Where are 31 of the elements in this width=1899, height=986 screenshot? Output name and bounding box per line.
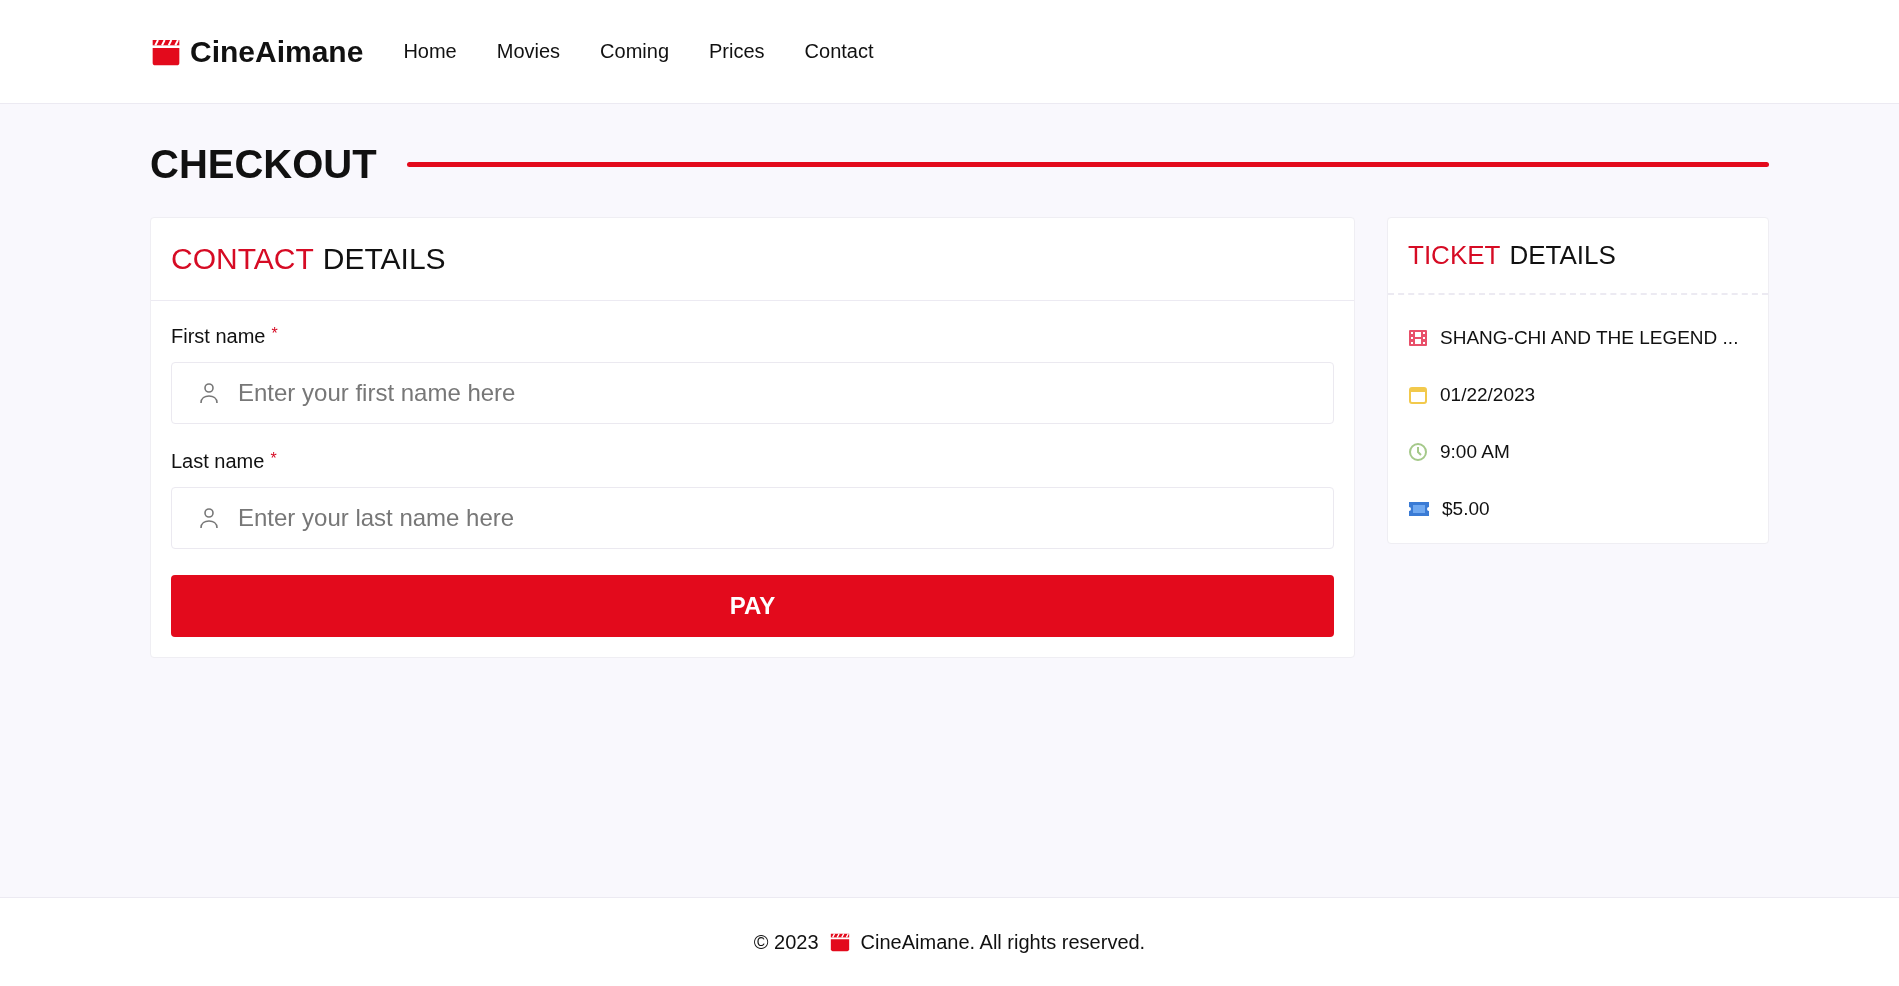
calendar-icon bbox=[1408, 384, 1428, 405]
pay-button[interactable]: PAY bbox=[171, 575, 1334, 637]
nav-link[interactable]: Contact bbox=[804, 40, 874, 63]
field-label: First name bbox=[171, 325, 266, 348]
copyright-year: © 2023 bbox=[753, 930, 819, 954]
clock-icon bbox=[1408, 441, 1428, 462]
ticket-icon bbox=[1408, 499, 1430, 518]
nav-link[interactable]: Coming bbox=[600, 40, 670, 63]
nav-link[interactable]: Prices bbox=[709, 40, 765, 63]
ticket-detail: 01/22/2023 bbox=[1440, 383, 1536, 406]
nav-link[interactable]: Home bbox=[403, 40, 457, 63]
name-input-field[interactable]: Enter your first name here bbox=[171, 362, 1334, 424]
card-title: DETAILS bbox=[1509, 240, 1616, 271]
clapperboard-icon bbox=[828, 931, 851, 953]
user-icon bbox=[199, 507, 219, 529]
brand-name[interactable]: CineAimane bbox=[190, 34, 364, 69]
user-icon bbox=[199, 382, 219, 404]
required-mark: * bbox=[270, 450, 277, 468]
nav-link[interactable]: Movies bbox=[496, 40, 561, 63]
page-title: CHECKOUT bbox=[150, 142, 377, 187]
film-icon bbox=[1408, 327, 1428, 348]
required-mark: * bbox=[271, 325, 278, 343]
card-title-accent: CONTACT bbox=[171, 242, 314, 276]
name-input-field[interactable]: Enter your last name here bbox=[171, 487, 1334, 549]
ticket-detail: $5.00 bbox=[1442, 497, 1490, 520]
ticket-detail: SHANG-CHI AND THE LEGEND ... bbox=[1440, 326, 1739, 349]
card-title: DETAILS bbox=[322, 242, 446, 276]
footer-text: CineAimane. All rights reserved. bbox=[860, 930, 1146, 954]
card-title-accent: TICKET bbox=[1408, 240, 1501, 271]
ticket-detail: 9:00 AM bbox=[1440, 440, 1510, 463]
field-label: Last name bbox=[171, 450, 265, 473]
